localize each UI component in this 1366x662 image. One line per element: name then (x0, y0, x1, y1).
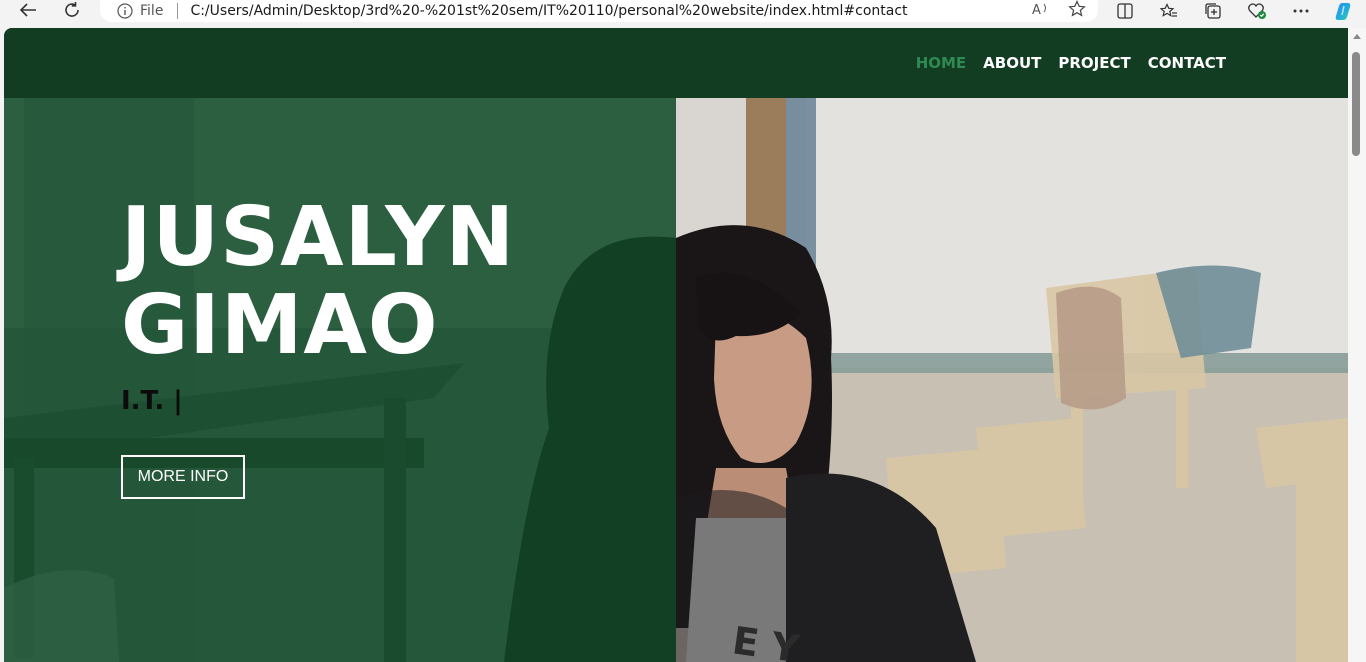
browser-toolbar: File C:/Users/Admin/Desktop/3rd%20-%201s… (0, 0, 1366, 28)
nav-project[interactable]: PROJECT (1058, 54, 1130, 72)
hero-portrait-photo: E Y (676, 98, 1348, 662)
address-bar[interactable]: File C:/Users/Admin/Desktop/3rd%20-%201s… (100, 0, 1098, 22)
nav-contact[interactable]: CONTACT (1148, 54, 1226, 72)
page-viewport: HOME ABOUT PROJECT CONTACT JUSALYN GIMAO… (4, 28, 1348, 662)
back-arrow-icon[interactable] (14, 0, 42, 20)
address-divider (177, 3, 179, 19)
split-screen-icon[interactable] (1110, 1, 1140, 21)
more-info-button[interactable]: MORE INFO (121, 455, 245, 499)
scroll-up-arrow-icon[interactable] (1353, 34, 1361, 39)
browser-essentials-icon[interactable] (1242, 1, 1272, 21)
hero-title: JUSALYN GIMAO (121, 194, 515, 370)
more-options-icon[interactable] (1286, 1, 1316, 21)
address-url[interactable]: C:/Users/Admin/Desktop/3rd%20-%201st%20s… (190, 3, 907, 19)
hero-title-line2: GIMAO (121, 278, 439, 373)
hero-background-left: JUSALYN GIMAO I.T. | MORE INFO (4, 98, 676, 662)
hero-overlay (4, 98, 676, 662)
scrollbar-thumb[interactable] (1352, 52, 1360, 156)
hero-subtitle: I.T. | (121, 386, 183, 416)
svg-text:A: A (1032, 3, 1041, 17)
refresh-icon[interactable] (58, 0, 86, 20)
hero-section: JUSALYN GIMAO I.T. | MORE INFO E Y (4, 98, 1348, 662)
site-header: HOME ABOUT PROJECT CONTACT (4, 28, 1348, 98)
info-icon[interactable] (116, 2, 134, 20)
copilot-icon[interactable] (1330, 1, 1360, 21)
page-scrollbar[interactable] (1348, 28, 1366, 662)
hero-title-line1: JUSALYN (121, 190, 516, 285)
favorites-icon[interactable] (1154, 1, 1184, 21)
portrait-image: E Y (676, 98, 1348, 662)
favorite-star-icon[interactable] (1068, 0, 1086, 23)
read-aloud-icon[interactable]: A (1032, 1, 1050, 22)
main-nav: HOME ABOUT PROJECT CONTACT (916, 28, 1226, 98)
nav-about[interactable]: ABOUT (983, 54, 1041, 72)
collections-icon[interactable] (1198, 1, 1228, 21)
nav-home[interactable]: HOME (916, 54, 966, 72)
address-file-label: File (140, 3, 164, 19)
